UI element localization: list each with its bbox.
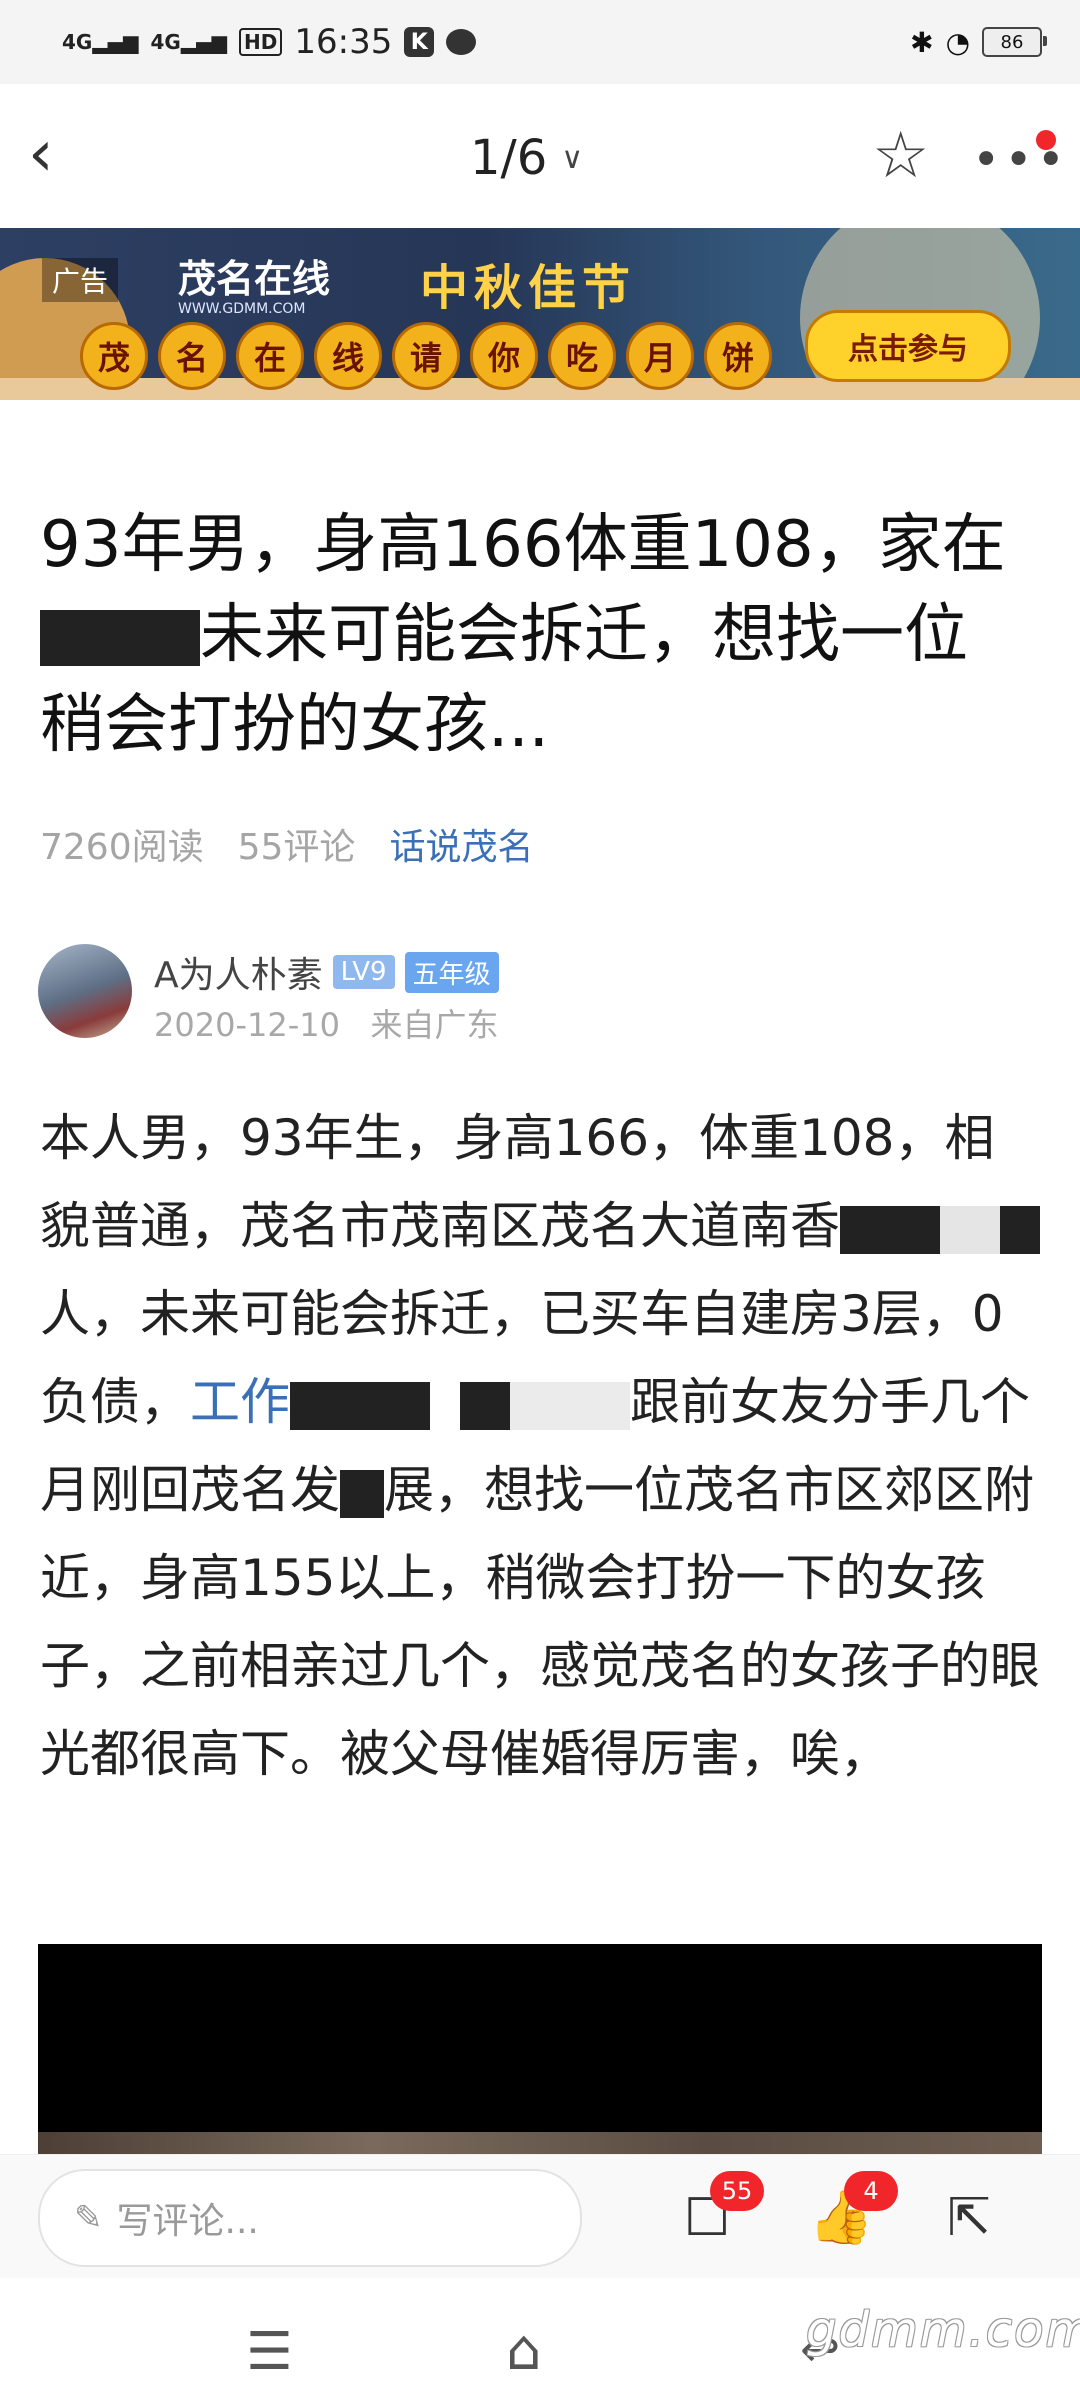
article-meta: 7260阅读 55评论 话说茂名 [40,818,533,870]
read-count: 7260阅读 [40,827,204,868]
watermark: gdmm.com [806,2302,1080,2358]
home-icon[interactable]: ⌂ [506,2318,542,2383]
article-title: 93年男，身高166体重108，家在未来可能会拆迁，想找一位稍会打扮的女孩... [40,500,1030,770]
ad-slogan-char: 请 [392,322,460,390]
back-arrow-icon[interactable]: ‹ [28,122,88,188]
comment-placeholder: 写评论... [116,2201,259,2242]
ad-title: 中秋佳节 [420,260,637,316]
redaction-mask [510,1381,630,1430]
redaction-mask [290,1381,430,1430]
wifi-icon: ◔ [945,25,970,59]
comment-input[interactable]: ✎ 写评论... [38,2169,582,2267]
comment-bar: ✎ 写评论... ☐ 55 👍 4 ⇱ [0,2154,1080,2279]
pen-icon: ✎ [74,2198,103,2238]
ad-cta-button[interactable]: 点击参与 [805,310,1011,382]
avatar[interactable] [38,944,132,1038]
ad-slogan-char: 名 [158,322,226,390]
image-strip [38,2132,1042,2154]
app-notification-icon: K [404,27,435,57]
chevron-down-icon: ∨ [561,140,584,176]
author-name[interactable]: A为人朴素 [154,946,323,998]
post-info: 2020-12-10 来自广东 [154,1000,499,1046]
page-indicator-text: 1/6 [470,130,548,186]
status-right: ✱ ◔ 86 [910,22,1047,62]
title-part-1: 93年男，身高166体重108，家在 [40,508,1006,582]
ad-slogan-char: 吃 [548,322,616,390]
battery-icon: 86 [982,27,1047,57]
message-icon [446,29,477,55]
article-image[interactable] [38,1944,1042,2154]
signal-2-icon: 4G▂▄▆ [150,30,228,54]
status-bar: 4G▂▄▆ 4G▂▄▆ HD 16:35 K ✱ ◔ 86 [0,0,1080,84]
signal-1-icon: 4G▂▄▆ [62,30,139,54]
star-icon[interactable]: ☆ [872,124,929,188]
grade-badge: 五年级 [404,951,499,993]
redaction-mask [840,1205,940,1254]
post-location: 来自广东 [370,1006,499,1044]
redaction-mask [40,610,200,667]
level-badge: LV9 [332,955,395,989]
share-button[interactable]: ⇱ [934,2183,1004,2253]
status-left: 4G▂▄▆ 4G▂▄▆ HD 16:35 K [62,18,477,66]
post-date: 2020-12-10 [154,1006,340,1044]
ad-brand-name: 茂名在线 [178,257,331,301]
ad-slogan-char: 月 [626,322,694,390]
ad-slogan-char: 在 [236,322,304,390]
ad-brand-url: WWW.GDMM.COM [178,301,306,317]
article-body: 本人男，93年生，身高166，体重108，相貌普通，茂名市茂南区茂名大道南香人，… [40,1094,1040,1798]
ad-label: 广告 [42,258,119,302]
redaction-mask [340,1469,384,1518]
menu-icon[interactable]: ☰ [246,2322,293,2382]
notification-dot [1036,130,1056,150]
comment-count-badge: 55 [710,2171,764,2211]
share-icon: ⇱ [947,2188,991,2248]
author-block: A为人朴素 LV9 五年级 2020-12-10 来自广东 [38,944,1038,1044]
status-time: 16:35 [294,22,393,62]
body-link[interactable]: 工作 [190,1373,290,1431]
category-link[interactable]: 话说茂名 [389,818,533,870]
redaction-mask [1000,1205,1040,1254]
ad-slogan-char: 茂 [80,322,148,390]
page-indicator[interactable]: 1/6 ∨ [470,130,583,186]
redaction-mask [460,1381,510,1430]
ad-slogan-char: 你 [470,322,538,390]
ad-banner[interactable]: 广告 茂名在线 WWW.GDMM.COM 中秋佳节 茂 名 在 线 请 你 吃 … [0,228,1080,400]
ad-brand-logo: 茂名在线 WWW.GDMM.COM [178,248,330,317]
like-count-badge: 4 [844,2171,898,2211]
comment-button[interactable]: ☐ 55 [672,2171,764,2253]
hd-icon: HD [239,28,283,56]
ad-slogan: 茂 名 在 线 请 你 吃 月 饼 [80,322,772,390]
ad-slogan-char: 线 [314,322,382,390]
bluetooth-icon: ✱ [910,25,934,59]
redaction-mask [940,1205,1000,1254]
comment-count: 55评论 [237,827,356,868]
like-button[interactable]: 👍 4 [806,2171,898,2253]
top-nav: ‹ 1/6 ∨ ☆ ••• [0,84,1080,228]
ad-slogan-char: 饼 [704,322,772,390]
author-name-row: A为人朴素 LV9 五年级 [154,946,499,998]
